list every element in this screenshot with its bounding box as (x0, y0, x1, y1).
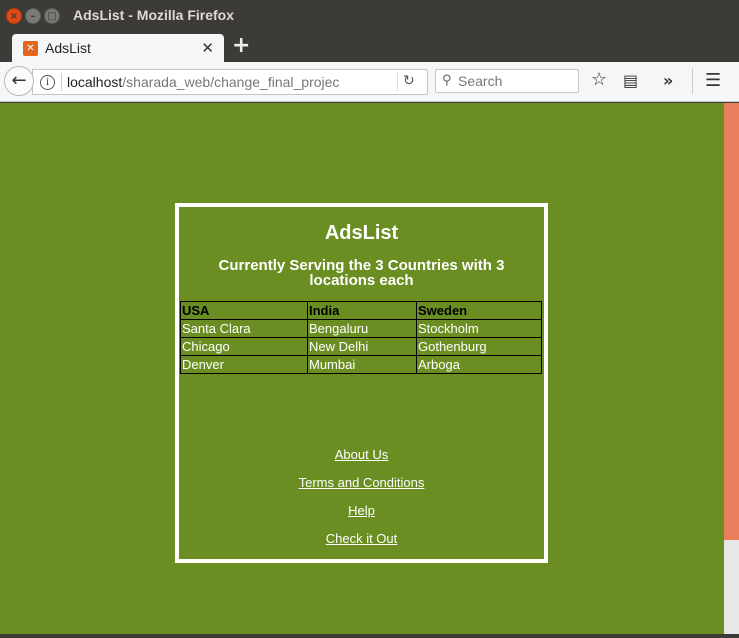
help-link[interactable]: Help (179, 503, 544, 531)
close-tab-icon[interactable]: ✕ (201, 39, 214, 57)
table-cell: Bengaluru (307, 319, 417, 338)
tab-adslist[interactable]: ✕ AdsList ✕ (12, 34, 224, 62)
table-row: Chicago New Delhi Gothenburg (180, 337, 542, 356)
page-content: AdsList Currently Serving the 3 Countrie… (0, 103, 724, 634)
table-cell: Santa Clara (180, 319, 308, 338)
reading-list-icon[interactable]: ▤ (623, 71, 638, 90)
window-title: AdsList - Mozilla Firefox (73, 7, 235, 23)
url-separator (61, 73, 62, 91)
table-row: Santa Clara Bengaluru Stockholm (180, 319, 542, 338)
table-cell: Arboga (416, 355, 542, 374)
toolbar-separator (692, 68, 693, 94)
back-button[interactable]: ← (4, 66, 34, 96)
table-header-row: USA India Sweden (180, 301, 542, 320)
window-maximize-button[interactable]: □ (44, 8, 60, 24)
table-cell: Gothenburg (416, 337, 542, 356)
window-titlebar: × – □ AdsList - Mozilla Firefox (0, 0, 739, 32)
page-subtitle: Currently Serving the 3 Countries with 3… (218, 257, 505, 289)
table-cell: Stockholm (416, 319, 542, 338)
locations-table: USA India Sweden Santa Clara Bengaluru S… (180, 301, 542, 374)
table-cell: Chicago (180, 337, 308, 356)
table-cell: New Delhi (307, 337, 417, 356)
check-it-out-link[interactable]: Check it Out (179, 531, 544, 559)
vertical-scrollbar[interactable] (724, 103, 739, 634)
window-minimize-button[interactable]: – (25, 8, 41, 24)
reload-icon[interactable]: ↻ (403, 73, 415, 89)
url-bar[interactable]: i localhost/sharada_web/change_final_pro… (32, 69, 428, 95)
tab-strip: ✕ AdsList ✕ + (0, 32, 739, 62)
table-cell: Denver (180, 355, 308, 374)
new-tab-button[interactable]: + (232, 33, 250, 58)
info-icon[interactable]: i (40, 75, 55, 90)
search-bar[interactable]: ⚲ (435, 69, 579, 93)
scrollbar-thumb[interactable] (724, 103, 739, 540)
url-host: localhost (67, 74, 123, 90)
window-close-button[interactable]: × (6, 8, 22, 24)
overflow-chevron-icon[interactable]: » (663, 71, 673, 90)
table-header-india: India (307, 301, 417, 320)
adslist-card: AdsList Currently Serving the 3 Countrie… (175, 203, 548, 563)
url-text[interactable]: localhost/sharada_web/change_final_proje… (67, 74, 339, 90)
footer-links: About Us Terms and Conditions Help Check… (179, 447, 544, 559)
about-us-link[interactable]: About Us (179, 447, 544, 475)
terms-and-conditions-link[interactable]: Terms and Conditions (179, 475, 544, 503)
hamburger-menu-icon[interactable]: ☰ (705, 70, 721, 91)
search-icon: ⚲ (442, 73, 452, 88)
url-divider (397, 73, 398, 91)
table-cell: Mumbai (307, 355, 417, 374)
window-bottom-edge (0, 634, 739, 638)
search-input[interactable] (458, 72, 576, 90)
page-title: AdsList (324, 222, 399, 244)
url-path: /sharada_web/change_final_projec (122, 74, 340, 90)
table-header-usa: USA (180, 301, 308, 320)
navigation-toolbar: i localhost/sharada_web/change_final_pro… (0, 62, 739, 102)
bookmark-star-icon[interactable]: ☆ (591, 69, 607, 90)
table-row: Denver Mumbai Arboga (180, 355, 542, 374)
back-arrow-icon: ← (11, 70, 27, 91)
table-header-sweden: Sweden (416, 301, 542, 320)
xampp-icon: ✕ (23, 41, 38, 56)
tab-title: AdsList (45, 40, 91, 56)
